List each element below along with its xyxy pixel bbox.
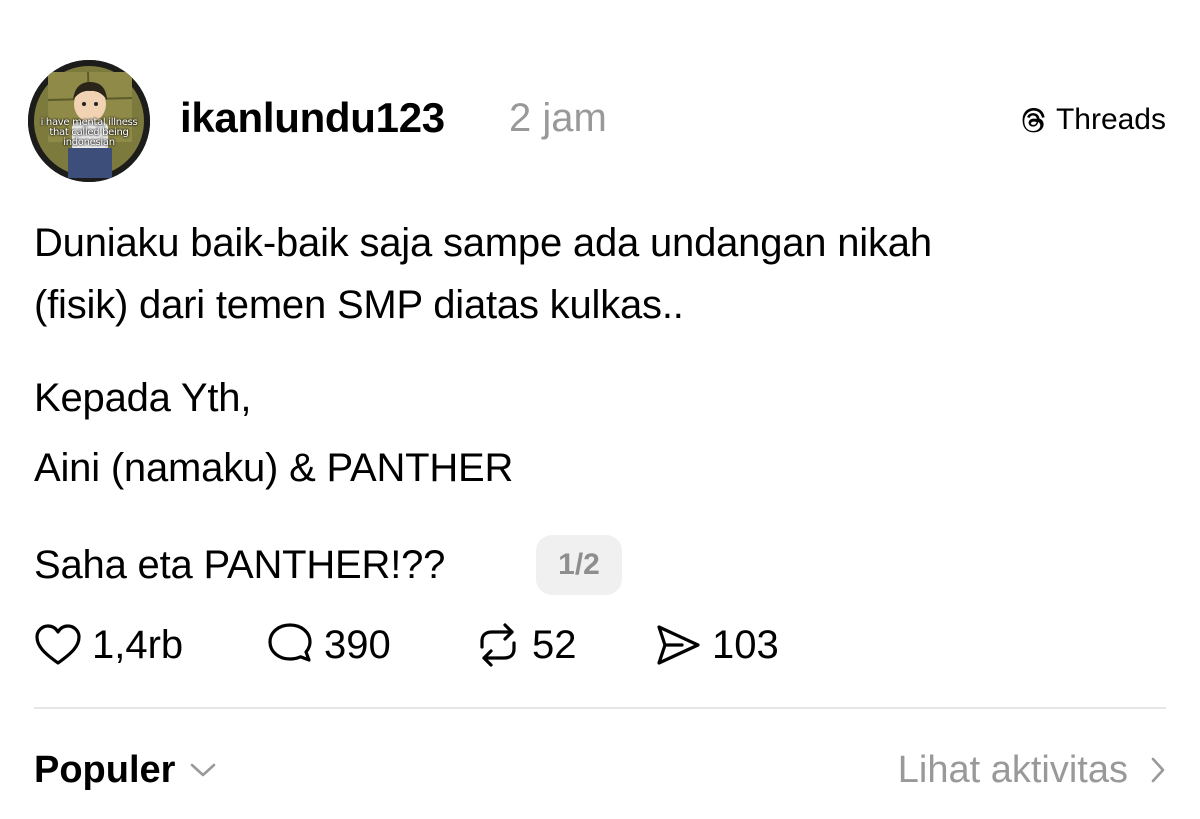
post-text-line: Duniaku baik-baik saja sampe ada undanga… — [34, 221, 932, 265]
post-text-line: Kepada Yth, — [34, 376, 252, 420]
view-activity-label: Lihat aktivitas — [897, 749, 1128, 791]
post-actions: 1,4rb 390 52 103 — [34, 616, 1166, 674]
send-icon — [657, 625, 700, 665]
chevron-right-icon — [1151, 757, 1165, 783]
sort-dropdown[interactable]: Populer — [34, 740, 217, 800]
post-text-line: Saha eta PANTHER!?? — [34, 543, 446, 587]
post-header: i have mental illness that called being … — [28, 60, 1166, 182]
share-button[interactable]: 103 — [654, 616, 779, 674]
avatar-caption: i have mental illness that called being … — [40, 117, 138, 148]
post-text-line: Aini (namaku) & PANTHER — [34, 446, 514, 490]
threads-label: Threads — [1055, 103, 1166, 136]
reply-count: 390 — [324, 623, 391, 667]
share-count: 103 — [712, 623, 779, 667]
like-button[interactable]: 1,4rb — [34, 616, 183, 674]
like-count: 1,4rb — [92, 623, 184, 667]
divider — [34, 707, 1166, 709]
repost-button[interactable]: 52 — [474, 616, 577, 674]
threads-post: i have mental illness that called being … — [0, 0, 1200, 819]
threads-logo-icon — [1022, 108, 1045, 133]
username[interactable]: ikanlundu123 — [180, 90, 445, 146]
heart-icon — [35, 624, 81, 665]
speech-bubble-icon — [268, 623, 312, 662]
post-text-line: (fisik) dari temen SMP diatas kulkas.. — [34, 283, 684, 327]
replies-footer: Populer Lihat aktivitas — [34, 740, 1166, 800]
thread-page-indicator: 1/2 — [536, 535, 622, 595]
view-activity-link[interactable]: Lihat aktivitas — [898, 740, 1166, 800]
sort-label: Populer — [34, 749, 176, 791]
reply-button[interactable]: 390 — [266, 616, 391, 674]
chevron-down-icon — [191, 763, 216, 777]
repost-icon — [480, 623, 516, 667]
repost-count: 52 — [532, 623, 577, 667]
threads-badge[interactable]: Threads — [1018, 100, 1166, 140]
avatar[interactable]: i have mental illness that called being … — [28, 60, 150, 182]
post-timestamp: 2 jam — [509, 96, 607, 140]
